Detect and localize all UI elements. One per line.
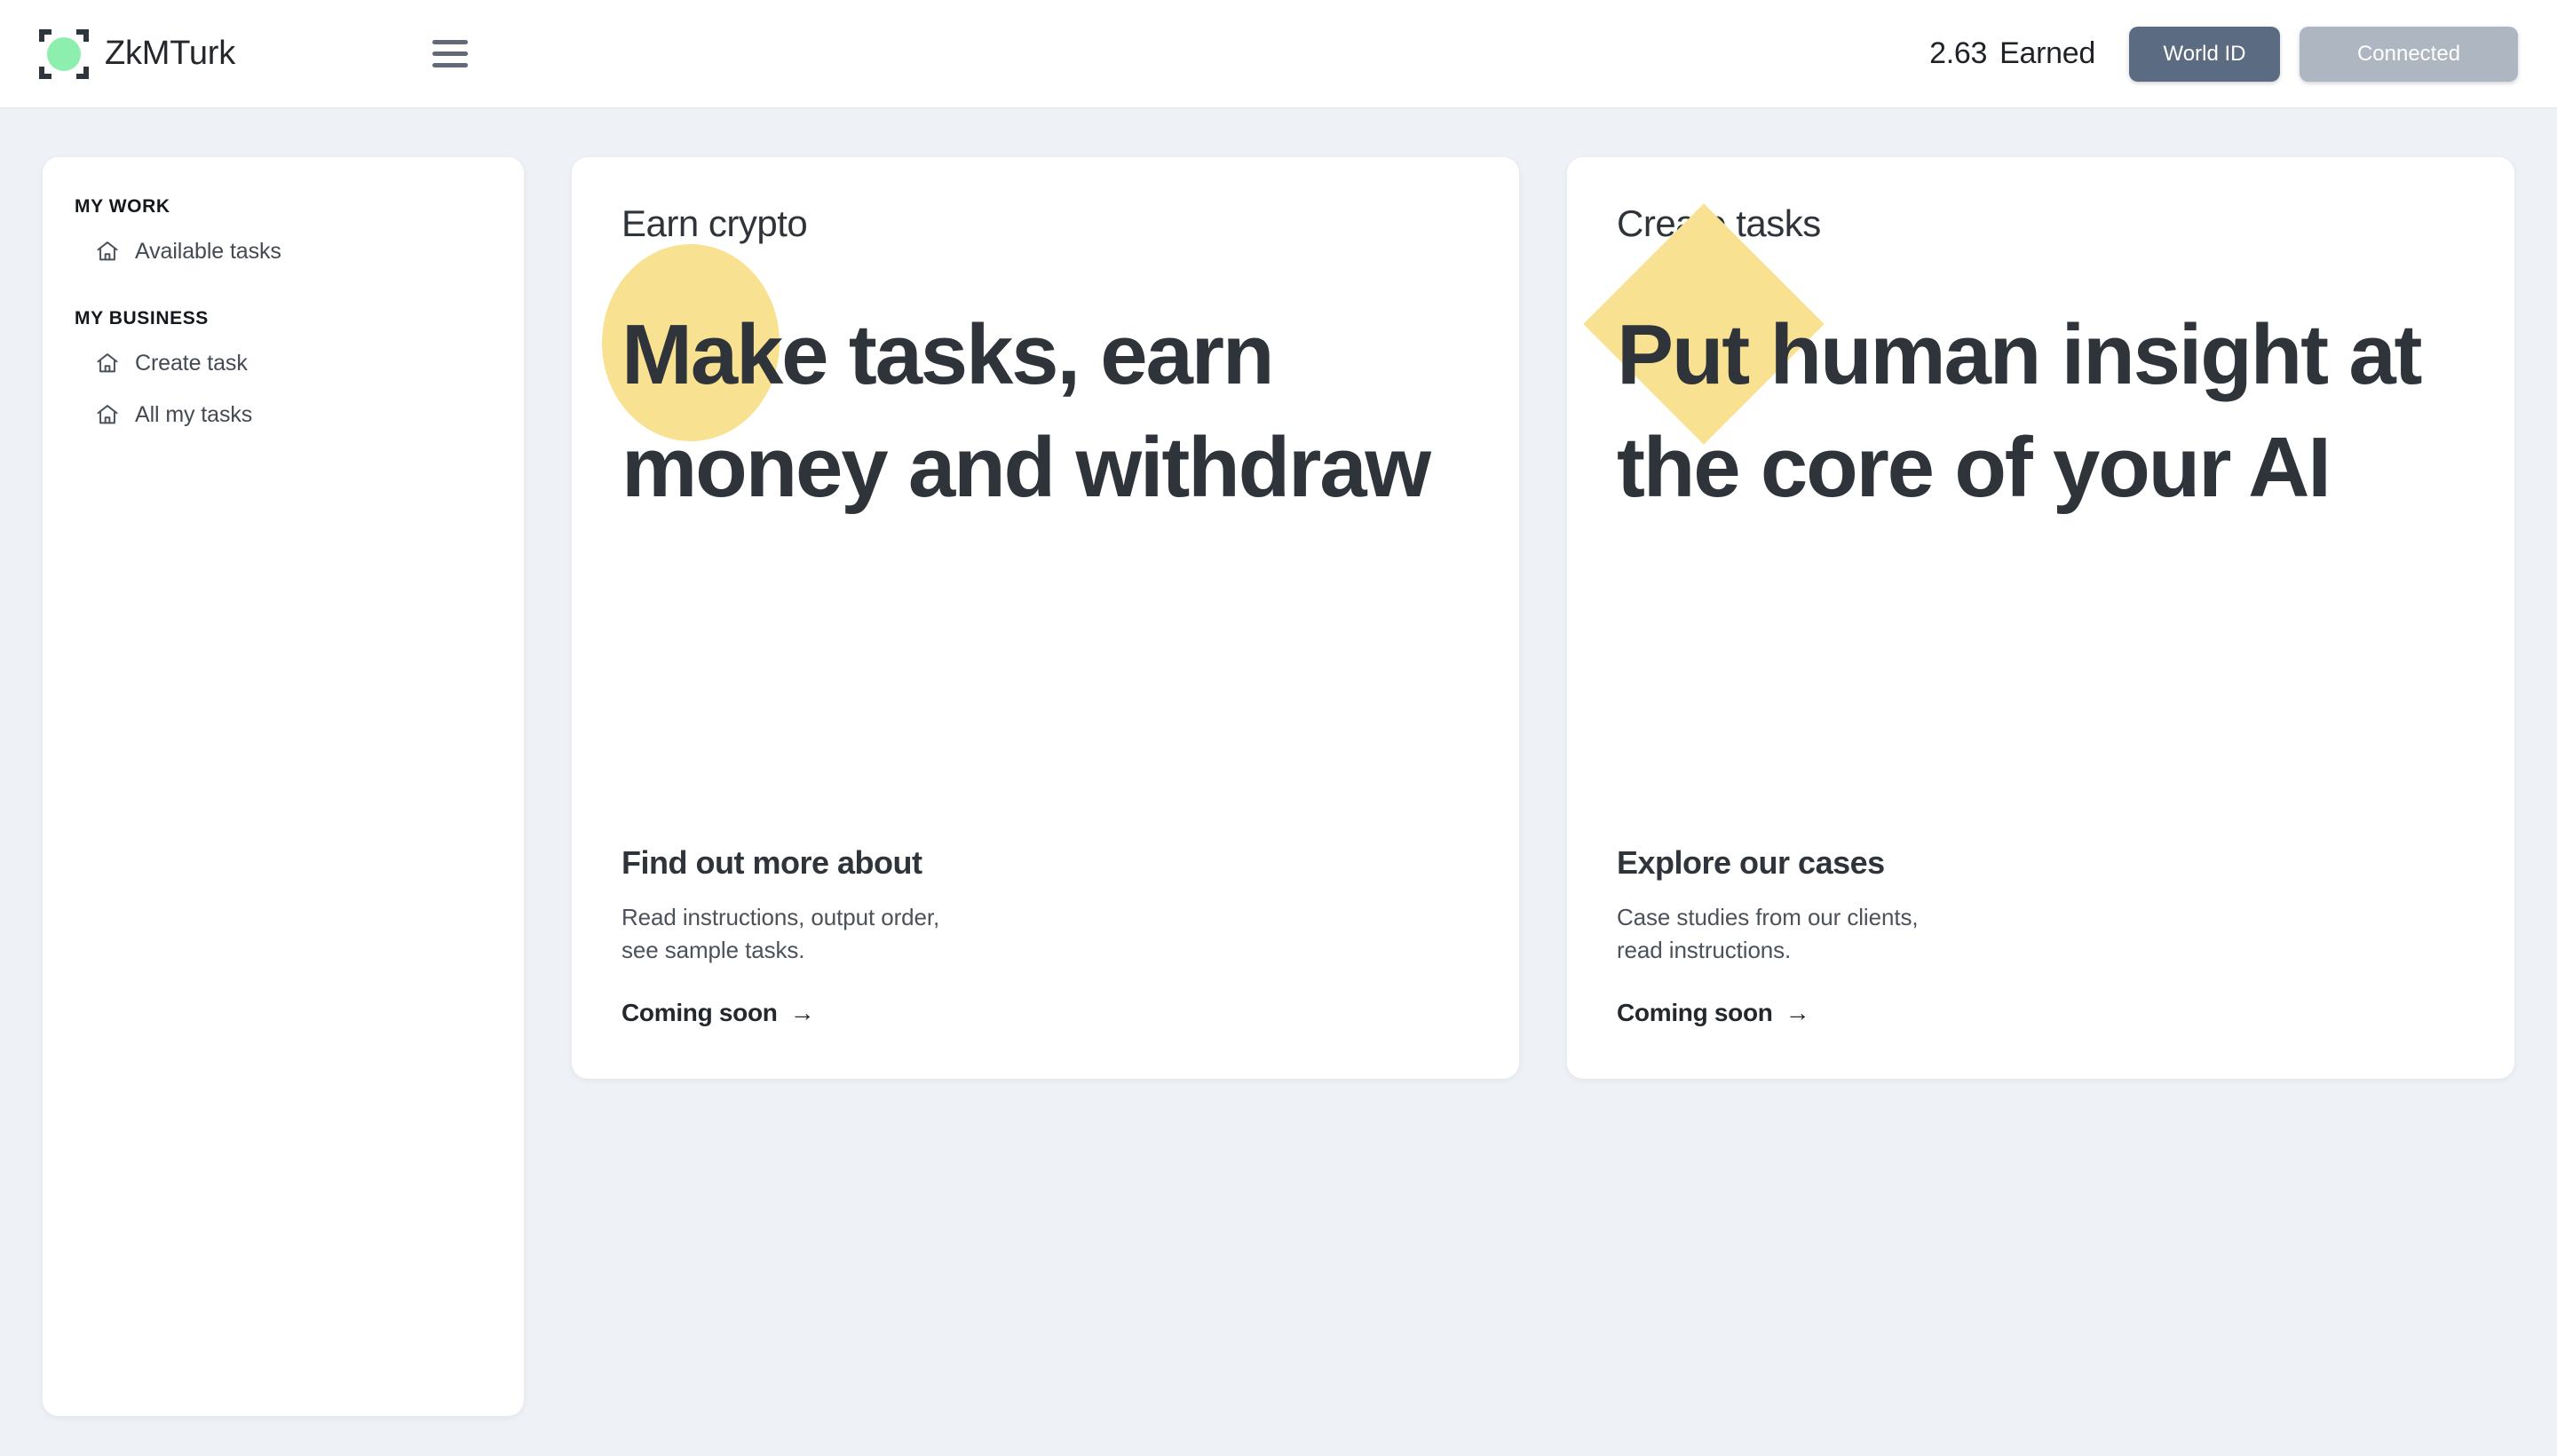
card-cta-coming-soon[interactable]: Coming soon → (1617, 999, 1810, 1027)
home-icon (94, 238, 121, 265)
crop-marks-circle-logo-icon (39, 28, 89, 79)
card-spacer (621, 525, 1469, 845)
card-eyebrow: Create tasks (1617, 202, 2465, 244)
arrow-right-icon: → (789, 999, 815, 1026)
card-spacer (1617, 525, 2465, 845)
card-headline-wrap: Put human insight at the core of your AI (1583, 203, 2465, 524)
sidebar-item-label: Available tasks (135, 238, 281, 264)
app-header: ZkMTurk 2.63 Earned World ID Connected (0, 0, 2557, 108)
card-subtitle: Find out more about (621, 844, 922, 882)
crop-mark-bottom-left-icon (39, 66, 51, 79)
card-grid: Earn crypto Make tasks, earn money and w… (572, 157, 2514, 1079)
sidebar: MY WORK Available tasks MY BUSINESS Crea… (43, 157, 524, 1416)
home-icon (94, 350, 121, 376)
earned-label: Earned (1999, 36, 2095, 70)
world-id-button[interactable]: World ID (2129, 26, 2280, 82)
sidebar-item-label: All my tasks (135, 401, 253, 427)
card-create-tasks: Create tasks Put human insight at the co… (1567, 157, 2514, 1079)
page-body: MY WORK Available tasks MY BUSINESS Crea… (0, 108, 2557, 1416)
cta-label: Coming soon (1617, 999, 1773, 1026)
card-description: Case studies from our clients, read inst… (1617, 904, 1919, 964)
sidebar-section-title-my-work: MY WORK (75, 196, 170, 217)
sidebar-section-title-my-business: MY BUSINESS (75, 308, 209, 328)
hamburger-bar (432, 40, 469, 44)
card-headline: Make tasks, earn money and withdraw (621, 307, 1431, 515)
connected-button[interactable]: Connected (2300, 26, 2518, 82)
sidebar-item-label: Create task (135, 350, 248, 376)
card-cta-coming-soon[interactable]: Coming soon → (621, 999, 815, 1027)
hamburger-menu-icon[interactable] (432, 36, 471, 72)
card-subtitle: Explore our cases (1617, 844, 1885, 882)
card-earn-crypto: Earn crypto Make tasks, earn money and w… (572, 157, 1519, 1079)
card-headline-wrap: Make tasks, earn money and withdraw (602, 244, 1469, 524)
crop-mark-top-left-icon (39, 28, 51, 42)
card-description: Read instructions, output order, see sam… (621, 904, 940, 964)
hamburger-bar (432, 63, 469, 67)
card-headline: Put human insight at the core of your AI (1617, 307, 2423, 515)
cta-label: Coming soon (621, 999, 778, 1026)
crop-mark-bottom-right-icon (76, 66, 89, 79)
sidebar-item-create-task[interactable]: Create task (75, 342, 492, 384)
crop-mark-top-right-icon (76, 28, 89, 42)
brand[interactable]: ZkMTurk (39, 28, 236, 79)
earned-amount: 2.63 (1929, 36, 1988, 70)
card-eyebrow: Earn crypto (621, 202, 808, 244)
hamburger-bar (432, 51, 469, 56)
arrow-right-icon: → (1785, 999, 1810, 1026)
logo-circle-icon (47, 36, 81, 71)
sidebar-item-all-my-tasks[interactable]: All my tasks (75, 393, 492, 436)
brand-name: ZkMTurk (105, 35, 236, 72)
sidebar-item-available-tasks[interactable]: Available tasks (75, 230, 492, 273)
header-actions: 2.63 Earned World ID Connected (1929, 26, 2518, 82)
earned-balance: 2.63 Earned (1929, 36, 2095, 71)
home-icon (94, 401, 121, 428)
